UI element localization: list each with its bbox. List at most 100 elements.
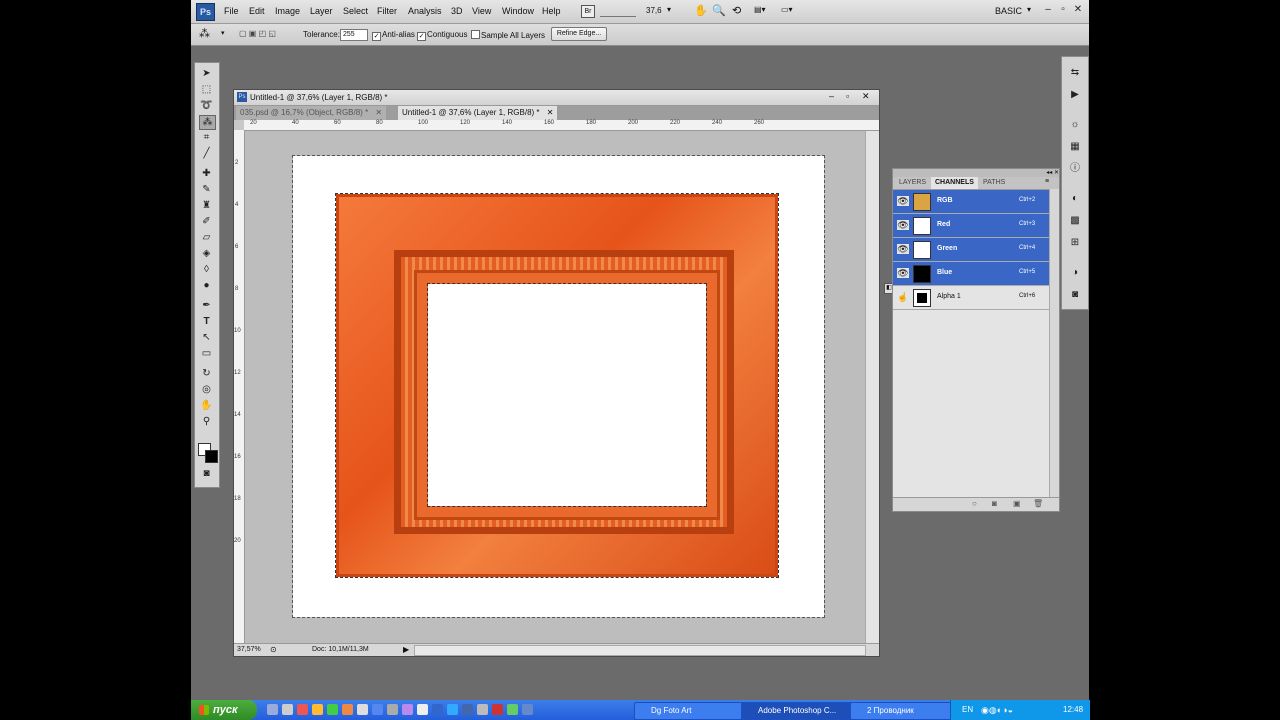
delete-channel-icon[interactable]: 🗑 <box>1033 499 1043 508</box>
menu-select[interactable]: Select <box>343 6 368 16</box>
type-tool-icon[interactable]: T <box>199 315 214 328</box>
eraser-tool-icon[interactable]: ▱ <box>199 231 214 244</box>
channel-row-red[interactable]: 👁 Red Ctrl+3 <box>893 214 1049 238</box>
rotate-view-icon[interactable]: ⟲ <box>732 4 741 17</box>
doc-maximize-icon[interactable]: ▫ <box>846 91 849 101</box>
visibility-eye-icon[interactable]: 👁 <box>897 268 909 278</box>
clock[interactable]: 12:48 <box>1063 700 1083 720</box>
tray-icons[interactable]: ◉◍◐◑◒ <box>981 700 1013 720</box>
arrange-documents-icon[interactable]: ▤▾ <box>754 5 766 14</box>
contiguous-checkbox[interactable]: ✓ Contiguous <box>417 30 467 41</box>
hand-tool-panel-icon[interactable]: ✋ <box>199 399 214 412</box>
clone-stamp-icon[interactable]: ♜ <box>199 199 214 212</box>
move-tool-icon[interactable]: ➤ <box>199 67 214 80</box>
panel-menu-icon[interactable]: ≡ <box>1045 178 1049 185</box>
menu-window[interactable]: Window <box>502 6 534 16</box>
workspace-switcher[interactable]: BASIC <box>995 6 1022 16</box>
history-brush-icon[interactable]: ✐ <box>199 215 214 228</box>
zoom-tool-panel-icon[interactable]: ⚲ <box>199 415 214 428</box>
quicklaunch-icon[interactable] <box>387 704 398 715</box>
language-indicator[interactable]: EN <box>962 700 973 720</box>
zoom-dropdown-arrow-icon[interactable]: ▾ <box>667 5 671 14</box>
dodge-tool-icon[interactable]: ● <box>199 279 214 292</box>
canvas-area[interactable] <box>245 131 865 643</box>
taskbar-button-photoshop[interactable]: Adobe Photoshop C... <box>741 702 857 720</box>
blur-tool-icon[interactable]: ◊ <box>199 263 214 276</box>
tab-035-psd[interactable]: 035.psd @ 16,7% (Object, RGB/8) * ✕ <box>236 106 387 120</box>
quicklaunch-icon[interactable] <box>312 704 323 715</box>
status-zoom[interactable]: 37,57% <box>237 646 261 653</box>
visibility-eye-icon[interactable]: 👁 <box>897 196 909 206</box>
tab-channels[interactable]: CHANNELS <box>931 177 978 189</box>
workspace-dropdown-icon[interactable]: ▾ <box>1027 5 1031 14</box>
new-channel-icon[interactable]: ▣ <box>1013 499 1021 508</box>
background-color-swatch[interactable] <box>205 450 218 463</box>
tab-untitled-1[interactable]: Untitled-1 @ 37,6% (Layer 1, RGB/8) * ✕ <box>398 106 558 120</box>
info-icon[interactable]: ⓘ <box>1068 163 1082 175</box>
quicklaunch-icon[interactable] <box>432 704 443 715</box>
visibility-eye-icon[interactable]: 👁 <box>897 220 909 230</box>
3d-orbit-icon[interactable]: ◎ <box>199 383 214 396</box>
menu-analysis[interactable]: Analysis <box>408 6 442 16</box>
menu-image[interactable]: Image <box>275 6 300 16</box>
panel-close-icon[interactable]: ✕ <box>1054 170 1059 176</box>
quicklaunch-icon[interactable] <box>372 704 383 715</box>
quicklaunch-icon[interactable] <box>282 704 293 715</box>
view-extras-dropdown[interactable] <box>600 6 636 17</box>
quick-mask-icon[interactable]: ◙ <box>199 467 214 480</box>
menu-help[interactable]: Help <box>542 6 561 16</box>
sample-all-layers-checkbox[interactable]: Sample All Layers <box>471 30 545 40</box>
quicklaunch-icon[interactable] <box>417 704 428 715</box>
hand-tool-icon[interactable]: ✋ <box>694 4 708 17</box>
tab-close-icon[interactable]: ✕ <box>547 108 554 117</box>
picture-frame-image[interactable] <box>335 193 779 578</box>
anti-alias-checkbox[interactable]: ✓ Anti-alias <box>372 30 415 41</box>
load-channel-selection-icon[interactable]: ○ <box>972 499 977 508</box>
zoom-level[interactable]: 37,6 <box>646 6 662 15</box>
quicklaunch-icon[interactable] <box>402 704 413 715</box>
save-selection-channel-icon[interactable]: ◙ <box>992 499 997 508</box>
menu-edit[interactable]: Edit <box>249 6 265 16</box>
quicklaunch-icon[interactable] <box>522 704 533 715</box>
quicklaunch-icon[interactable] <box>462 704 473 715</box>
screen-mode-icon[interactable]: ▭▾ <box>781 5 793 14</box>
pen-tool-icon[interactable]: ✒ <box>199 299 214 312</box>
adjustments-icon[interactable]: ☼ <box>1068 119 1082 131</box>
zoom-tool-icon[interactable]: 🔍 <box>712 4 726 17</box>
menu-file[interactable]: File <box>224 6 239 16</box>
layer-comps-icon[interactable]: ◙ <box>1068 289 1082 301</box>
magic-wand-icon[interactable]: ⁂ <box>199 115 216 130</box>
taskbar-button-explorer[interactable]: 2 Проводник <box>850 702 964 720</box>
channel-row-blue[interactable]: 👁 Blue Ctrl+5 <box>893 262 1049 286</box>
menu-3d[interactable]: 3D <box>451 6 463 16</box>
quicklaunch-icon[interactable] <box>507 704 518 715</box>
start-button[interactable]: пуск <box>191 700 257 720</box>
crop-tool-icon[interactable]: ⌗ <box>199 131 214 144</box>
tab-layers[interactable]: LAYERS <box>895 177 930 189</box>
channel-row-rgb[interactable]: 👁 RGB Ctrl+2 <box>893 190 1049 214</box>
quicklaunch-icon[interactable] <box>357 704 368 715</box>
document-canvas[interactable] <box>292 155 825 618</box>
tool-preset-dropdown-icon[interactable]: ▾ <box>221 29 225 37</box>
quicklaunch-icon[interactable] <box>297 704 308 715</box>
visibility-hand-cursor-icon[interactable]: ☝ <box>897 292 909 302</box>
channel-row-alpha-1[interactable]: ☝ Alpha 1 Ctrl+6 <box>893 286 1049 310</box>
path-selection-icon[interactable]: ↖ <box>199 331 214 344</box>
quicklaunch-icon[interactable] <box>342 704 353 715</box>
vertical-scrollbar[interactable] <box>865 131 879 643</box>
quicklaunch-icon[interactable] <box>327 704 338 715</box>
selection-mode-icons[interactable]: ▢ ▣ ◰ ◱ <box>239 29 283 39</box>
brush-tool-icon[interactable]: ✎ <box>199 183 214 196</box>
masks-icon[interactable]: ◑ <box>1068 267 1082 279</box>
menu-layer[interactable]: Layer <box>310 6 333 16</box>
menu-view[interactable]: View <box>472 6 491 16</box>
navigator-icon[interactable]: ▦ <box>1068 141 1082 153</box>
styles-icon[interactable]: ⊞ <box>1068 237 1082 249</box>
tab-close-icon[interactable]: ✕ <box>375 108 382 117</box>
doc-minimize-icon[interactable]: – <box>829 91 834 101</box>
refine-edge-button[interactable]: Refine Edge... <box>551 27 607 41</box>
shape-tool-icon[interactable]: ▭ <box>199 347 214 360</box>
maximize-icon[interactable]: ▫ <box>1057 4 1069 16</box>
healing-brush-icon[interactable]: ✚ <box>199 167 214 180</box>
actions-icon[interactable]: ▶ <box>1068 89 1082 101</box>
